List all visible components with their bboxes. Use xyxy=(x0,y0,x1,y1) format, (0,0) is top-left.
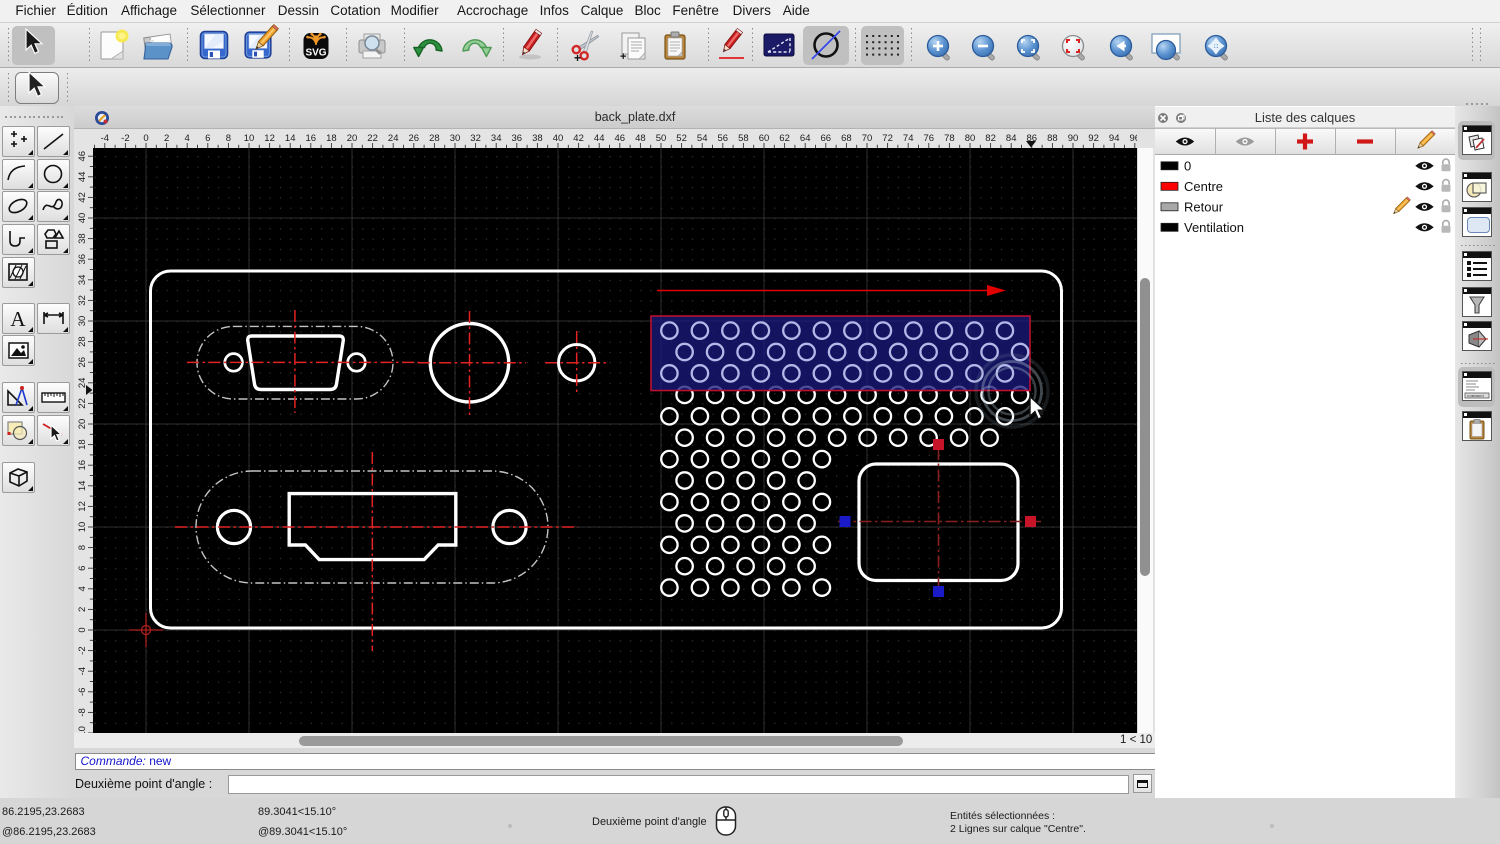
svg-text:92: 92 xyxy=(1088,133,1099,144)
svg-text:90: 90 xyxy=(1068,133,1079,144)
svg-text:18: 18 xyxy=(77,439,88,450)
svg-text:74: 74 xyxy=(903,133,914,144)
svg-text:96: 96 xyxy=(1130,133,1137,144)
svg-text:26: 26 xyxy=(77,357,88,368)
svg-text:4: 4 xyxy=(77,586,88,591)
svg-text:46: 46 xyxy=(77,151,88,162)
svg-text:42: 42 xyxy=(77,192,88,203)
svg-text:-6: -6 xyxy=(77,688,88,696)
svg-text:30: 30 xyxy=(77,316,88,327)
svg-text:56: 56 xyxy=(718,133,729,144)
svg-text:-2: -2 xyxy=(77,646,88,654)
svg-text:command: command xyxy=(1467,394,1484,399)
svg-text:30: 30 xyxy=(450,133,461,144)
svg-text:36: 36 xyxy=(77,254,88,265)
svg-text:46: 46 xyxy=(615,133,626,144)
svg-text:Centre: Centre xyxy=(1184,179,1223,194)
svg-text:-4: -4 xyxy=(101,133,109,144)
svg-text:28: 28 xyxy=(429,133,440,144)
svg-text:A: A xyxy=(10,307,26,331)
svg-text:62: 62 xyxy=(779,133,790,144)
svg-text:0: 0 xyxy=(1184,158,1191,173)
svg-text:0: 0 xyxy=(77,627,88,632)
svg-text:-4: -4 xyxy=(77,667,88,675)
svg-text:8: 8 xyxy=(77,545,88,550)
svg-text:22: 22 xyxy=(77,398,88,409)
svg-text:32: 32 xyxy=(470,133,481,144)
svg-text:18: 18 xyxy=(326,133,337,144)
svg-text:38: 38 xyxy=(77,233,88,244)
svg-text:48: 48 xyxy=(635,133,646,144)
svg-text:6: 6 xyxy=(77,566,88,571)
svg-text:40: 40 xyxy=(77,213,88,224)
svg-text:70: 70 xyxy=(862,133,873,144)
svg-text:80: 80 xyxy=(965,133,976,144)
svg-text:12: 12 xyxy=(77,501,88,512)
svg-text:66: 66 xyxy=(821,133,832,144)
svg-text:16: 16 xyxy=(77,460,88,471)
svg-text:2: 2 xyxy=(164,133,169,144)
svg-text:10: 10 xyxy=(77,522,88,533)
svg-text:20: 20 xyxy=(77,419,88,430)
svg-text:22: 22 xyxy=(367,133,378,144)
svg-text:4: 4 xyxy=(185,133,190,144)
svg-text:34: 34 xyxy=(77,275,88,286)
svg-text:24: 24 xyxy=(388,133,399,144)
svg-text:Retour: Retour xyxy=(1184,199,1224,214)
svg-text:84: 84 xyxy=(1006,133,1017,144)
svg-text:76: 76 xyxy=(924,133,935,144)
svg-text:72: 72 xyxy=(882,133,893,144)
svg-text:8: 8 xyxy=(226,133,231,144)
svg-text:0: 0 xyxy=(143,133,148,144)
svg-text:52: 52 xyxy=(676,133,687,144)
svg-text:60: 60 xyxy=(759,133,770,144)
svg-text:14: 14 xyxy=(285,133,296,144)
svg-text:+: + xyxy=(620,51,626,63)
svg-text:88: 88 xyxy=(1047,133,1058,144)
svg-text:32: 32 xyxy=(77,295,88,306)
svg-text:40: 40 xyxy=(553,133,564,144)
svg-text:SVG: SVG xyxy=(305,48,326,59)
svg-text:-8: -8 xyxy=(77,708,88,716)
svg-text:-2: -2 xyxy=(121,133,129,144)
svg-text:-10: -10 xyxy=(77,726,88,733)
svg-text:94: 94 xyxy=(1109,133,1120,144)
svg-text:58: 58 xyxy=(738,133,749,144)
svg-text:44: 44 xyxy=(77,172,88,183)
svg-text:28: 28 xyxy=(77,336,88,347)
svg-text:20: 20 xyxy=(347,133,358,144)
svg-text:42: 42 xyxy=(573,133,584,144)
svg-text:34: 34 xyxy=(491,133,502,144)
svg-text:54: 54 xyxy=(697,133,708,144)
svg-text:82: 82 xyxy=(985,133,996,144)
svg-text:78: 78 xyxy=(944,133,955,144)
svg-text:26: 26 xyxy=(409,133,420,144)
svg-text:36: 36 xyxy=(512,133,523,144)
svg-text:2: 2 xyxy=(77,607,88,612)
svg-text:12: 12 xyxy=(264,133,275,144)
svg-text:38: 38 xyxy=(532,133,543,144)
svg-text:14: 14 xyxy=(77,481,88,492)
svg-text:+: + xyxy=(574,51,581,65)
svg-text:44: 44 xyxy=(594,133,605,144)
svg-text:68: 68 xyxy=(841,133,852,144)
svg-text:16: 16 xyxy=(306,133,317,144)
svg-text:Ventilation: Ventilation xyxy=(1184,220,1244,235)
svg-text:64: 64 xyxy=(800,133,811,144)
svg-text:10: 10 xyxy=(244,133,255,144)
svg-text:50: 50 xyxy=(656,133,667,144)
svg-text:6: 6 xyxy=(205,133,210,144)
